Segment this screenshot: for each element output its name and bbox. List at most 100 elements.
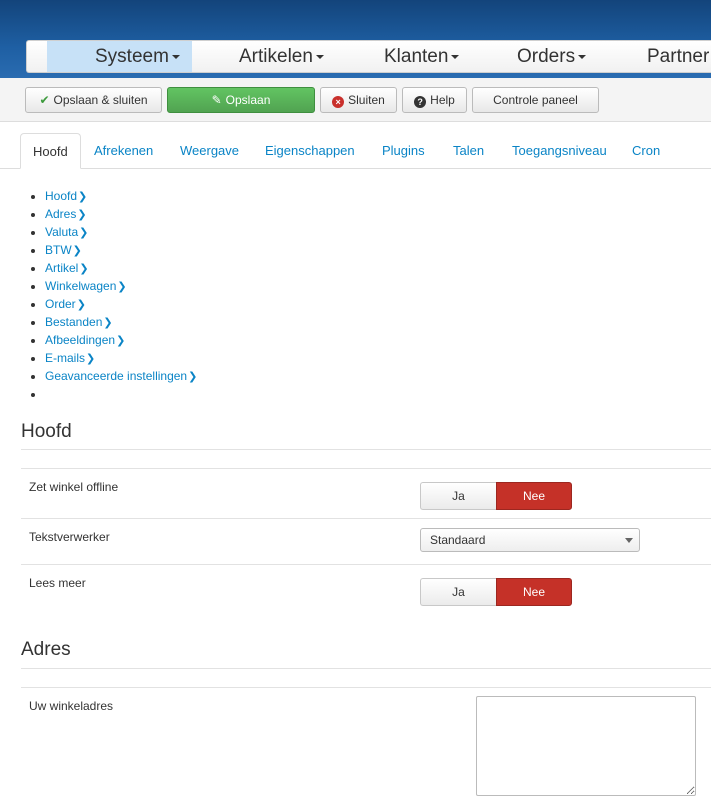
section-link-e-mails[interactable]: E-mails❯ <box>45 351 95 365</box>
readmore-no-button[interactable]: Nee <box>496 578 572 606</box>
section-link-bestanden[interactable]: Bestanden❯ <box>45 315 113 329</box>
editor-select-value: Standaard <box>430 533 486 547</box>
chevron-down-icon <box>315 54 324 59</box>
readmore-toggle: Ja Nee <box>420 578 572 606</box>
offline-no-button[interactable]: Nee <box>496 482 572 510</box>
tab-plugins[interactable]: Plugins <box>382 133 425 169</box>
tab-cron[interactable]: Cron <box>632 133 660 169</box>
section-link-label: Order <box>45 297 76 311</box>
editor-label: Tekstverwerker <box>29 530 110 544</box>
tab-afrekenen[interactable]: Afrekenen <box>94 133 153 169</box>
menu-systeem[interactable]: Systeem <box>47 41 192 72</box>
chevron-right-icon: ❯ <box>188 371 198 383</box>
tab-hoofd[interactable]: Hoofd <box>20 133 81 169</box>
control-panel-button[interactable]: Controle paneel <box>472 87 599 113</box>
chevron-down-icon <box>578 54 587 59</box>
question-icon: ? <box>414 96 427 108</box>
section-link-label: Geavanceerde instellingen <box>45 369 188 383</box>
section-link-label: Artikel <box>45 261 79 275</box>
chevron-down-icon <box>171 54 180 59</box>
section-link-label: Bestanden <box>45 315 103 329</box>
list-item: Valuta❯ <box>45 223 197 241</box>
control-panel-label: Controle paneel <box>493 93 578 107</box>
menu-partner[interactable]: Partner <box>647 41 709 72</box>
editor-select[interactable]: Standaard <box>420 528 640 552</box>
section-title-adres: Adres <box>21 639 71 660</box>
section-link-label: Valuta <box>45 225 79 239</box>
chevron-right-icon: ❯ <box>86 353 96 365</box>
divider <box>21 518 711 519</box>
section-link-geavanceerd[interactable]: Geavanceerde instellingen❯ <box>45 369 197 383</box>
store-address-label: Uw winkeladres <box>29 699 114 713</box>
section-link-artikel[interactable]: Artikel❯ <box>45 261 89 275</box>
readmore-yes-button[interactable]: Ja <box>420 578 496 606</box>
chevron-right-icon: ❯ <box>79 227 89 239</box>
section-title-hoofd: Hoofd <box>21 421 72 442</box>
divider <box>21 468 711 469</box>
section-link-adres[interactable]: Adres❯ <box>45 207 87 221</box>
menu-artikelen[interactable]: Artikelen <box>239 41 324 72</box>
main-menu: Systeem Artikelen Klanten Orders Partner <box>26 40 711 73</box>
list-item: Afbeeldingen❯ <box>45 331 197 349</box>
divider <box>21 564 711 565</box>
chevron-right-icon: ❯ <box>76 299 86 311</box>
menu-klanten[interactable]: Klanten <box>384 41 460 72</box>
section-link-label: Adres <box>45 207 77 221</box>
section-link-hoofd[interactable]: Hoofd❯ <box>45 189 87 203</box>
list-item: Geavanceerde instellingen❯ <box>45 367 197 385</box>
offline-yes-button[interactable]: Ja <box>420 482 496 510</box>
chevron-right-icon: ❯ <box>78 191 88 203</box>
section-link-order[interactable]: Order❯ <box>45 297 86 311</box>
chevron-down-icon <box>451 54 460 59</box>
section-link-label: BTW <box>45 243 72 257</box>
list-item: BTW❯ <box>45 241 197 259</box>
chevron-right-icon: ❯ <box>72 245 82 257</box>
settings-tabs: Hoofd Afrekenen Weergave Eigenschappen P… <box>0 133 711 169</box>
section-link-valuta[interactable]: Valuta❯ <box>45 225 88 239</box>
list-item: Order❯ <box>45 295 197 313</box>
menu-orders-label: Orders <box>517 46 576 67</box>
store-address-input[interactable] <box>476 696 696 796</box>
section-link-label: E-mails <box>45 351 86 365</box>
offline-toggle: Ja Nee <box>420 482 572 510</box>
tab-eigenschappen[interactable]: Eigenschappen <box>265 133 355 169</box>
section-link-label: Afbeeldingen <box>45 333 116 347</box>
chevron-right-icon: ❯ <box>116 335 126 347</box>
offline-label: Zet winkel offline <box>29 480 119 494</box>
save-close-label: Opslaan & sluiten <box>53 93 148 107</box>
menu-klanten-label: Klanten <box>384 46 449 67</box>
close-icon: × <box>332 96 345 108</box>
check-icon: ✔ <box>39 93 50 107</box>
menu-systeem-label: Systeem <box>95 46 169 67</box>
list-item: E-mails❯ <box>45 349 197 367</box>
chevron-right-icon: ❯ <box>117 281 127 293</box>
section-link-btw[interactable]: BTW❯ <box>45 243 82 257</box>
tab-talen[interactable]: Talen <box>453 133 484 169</box>
menu-partner-label: Partner <box>647 46 710 67</box>
edit-icon: ✎ <box>211 93 222 107</box>
save-close-button[interactable]: ✔ Opslaan & sluiten <box>25 87 162 113</box>
chevron-right-icon: ❯ <box>79 263 89 275</box>
save-label: Opslaan <box>225 93 271 107</box>
list-item: Adres❯ <box>45 205 197 223</box>
readmore-label: Lees meer <box>29 576 86 590</box>
save-button[interactable]: ✎ Opslaan <box>167 87 315 113</box>
close-button[interactable]: × Sluiten <box>320 87 397 113</box>
tab-toegangsniveau[interactable]: Toegangsniveau <box>512 133 607 169</box>
section-link-winkelwagen[interactable]: Winkelwagen❯ <box>45 279 127 293</box>
chevron-right-icon: ❯ <box>103 317 113 329</box>
tab-weergave[interactable]: Weergave <box>180 133 239 169</box>
help-button[interactable]: ? Help <box>402 87 467 113</box>
close-label: Sluiten <box>348 93 385 107</box>
section-link-afbeeldingen[interactable]: Afbeeldingen❯ <box>45 333 125 347</box>
divider <box>21 687 711 688</box>
toolbar: ✔ Opslaan & sluiten ✎ Opslaan × Sluiten ? He… <box>0 78 711 122</box>
list-item: Winkelwagen❯ <box>45 277 197 295</box>
menu-artikelen-label: Artikelen <box>239 46 313 67</box>
section-link-label: Winkelwagen <box>45 279 117 293</box>
menu-orders[interactable]: Orders <box>517 41 587 72</box>
help-label: Help <box>430 93 455 107</box>
list-item: Artikel❯ <box>45 259 197 277</box>
chevron-right-icon: ❯ <box>77 209 87 221</box>
section-link-label: Hoofd <box>45 189 78 203</box>
